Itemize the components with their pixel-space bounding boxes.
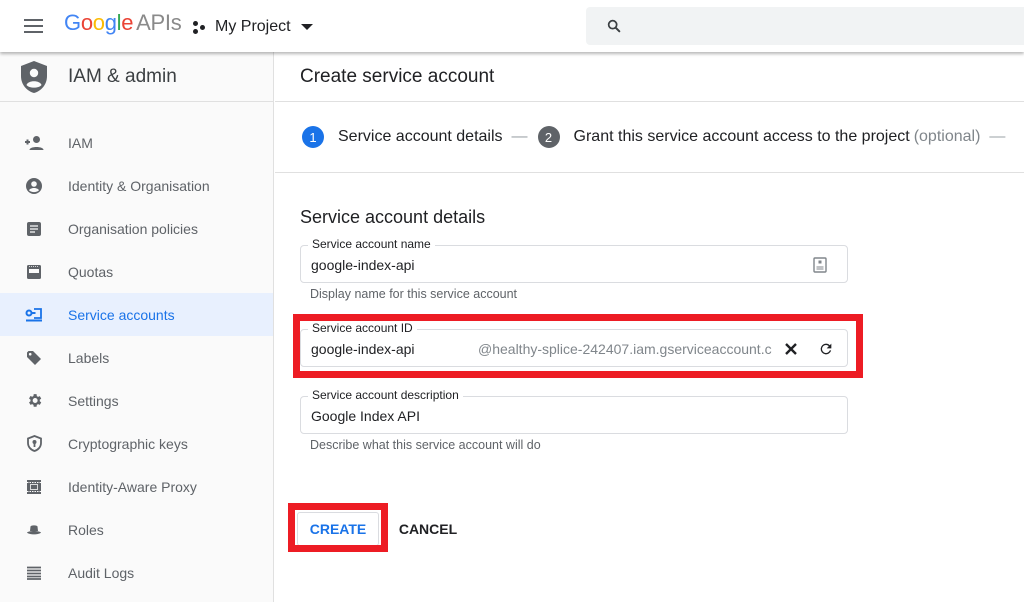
service-account-id-domain: @healthy-splice-242407.iam.gserviceaccou…	[478, 341, 772, 357]
list-icon	[24, 563, 44, 583]
service-account-key-icon	[24, 305, 44, 325]
service-account-id-input[interactable]	[311, 341, 471, 357]
project-name: My Project	[215, 18, 291, 35]
key-shield-icon	[24, 434, 44, 454]
sidebar-item-quotas[interactable]: Quotas	[0, 250, 273, 293]
service-account-name-label: Service account name	[308, 237, 435, 251]
sidebar-item-labels[interactable]: Labels	[0, 336, 273, 379]
create-button[interactable]: CREATE	[297, 512, 379, 546]
tag-icon	[24, 348, 44, 368]
main-content: Create service account 1 Service account…	[275, 52, 1024, 602]
caret-down-icon	[300, 24, 313, 30]
project-dots-icon	[192, 19, 208, 35]
sidebar-item-identity-aware-proxy[interactable]: Identity-Aware Proxy	[0, 465, 273, 508]
page-title: Create service account	[275, 52, 1024, 102]
service-account-description-field[interactable]: Service account description	[300, 388, 848, 434]
sidebar-title: IAM & admin	[68, 65, 177, 87]
service-account-description-input[interactable]	[311, 408, 611, 424]
step-1-label[interactable]: Service account details	[338, 128, 503, 146]
sidebar-item-settings[interactable]: Settings	[0, 379, 273, 422]
sidebar-item-organisation-policies[interactable]: Organisation policies	[0, 207, 273, 250]
google-apis-logo[interactable]: Google APIs	[64, 10, 182, 36]
project-selector[interactable]: My Project	[192, 15, 313, 39]
sidebar-header: IAM & admin	[0, 52, 273, 102]
step-2-label[interactable]: Grant this service account access to the…	[574, 128, 910, 146]
service-account-id-label: Service account ID	[308, 321, 417, 335]
service-account-name-field[interactable]: Service account name	[300, 237, 848, 283]
service-account-id-field[interactable]: Service account ID @healthy-splice-24240…	[300, 321, 848, 367]
sidebar: IAM & admin IAM Identity & Organisation …	[0, 52, 274, 602]
step-separator: —	[511, 128, 528, 145]
service-account-description-hint: Describe what this service account will …	[310, 438, 541, 452]
search-icon	[607, 19, 621, 33]
service-account-name-hint: Display name for this service account	[310, 287, 518, 301]
sidebar-item-iam[interactable]: IAM	[0, 121, 273, 164]
iam-shield-icon	[21, 60, 47, 93]
hat-icon	[24, 520, 44, 540]
clear-icon[interactable]	[780, 338, 802, 360]
section-title: Service account details	[300, 207, 486, 227]
sidebar-item-identity-organisation[interactable]: Identity & Organisation	[0, 164, 273, 207]
gear-icon	[24, 391, 44, 411]
search-bar[interactable]	[586, 7, 1024, 45]
quota-icon	[24, 262, 44, 282]
sidebar-item-audit-logs[interactable]: Audit Logs	[0, 551, 273, 594]
step-separator: —	[989, 128, 1006, 145]
autofill-contact-icon[interactable]	[809, 254, 831, 276]
person-add-icon	[24, 133, 44, 153]
document-icon	[24, 219, 44, 239]
step-2-badge: 2	[537, 126, 560, 148]
proxy-icon	[24, 477, 44, 497]
service-account-description-label: Service account description	[308, 388, 463, 402]
sidebar-item-cryptographic-keys[interactable]: Cryptographic keys	[0, 422, 273, 465]
hamburger-menu-icon[interactable]	[22, 15, 46, 37]
cancel-button[interactable]: CANCEL	[391, 512, 465, 546]
service-account-name-input[interactable]	[311, 257, 611, 273]
account-circle-icon	[24, 176, 44, 196]
step-2-optional: (optional)	[913, 128, 981, 145]
refresh-icon[interactable]	[815, 338, 837, 360]
sidebar-item-roles[interactable]: Roles	[0, 508, 273, 551]
top-app-bar: Google APIs My Project	[0, 0, 1024, 52]
sidebar-item-service-accounts[interactable]: Service accounts	[0, 293, 273, 336]
stepper: 1 Service account details — 2 Grant this…	[275, 102, 1024, 173]
step-1-badge: 1	[302, 126, 324, 148]
